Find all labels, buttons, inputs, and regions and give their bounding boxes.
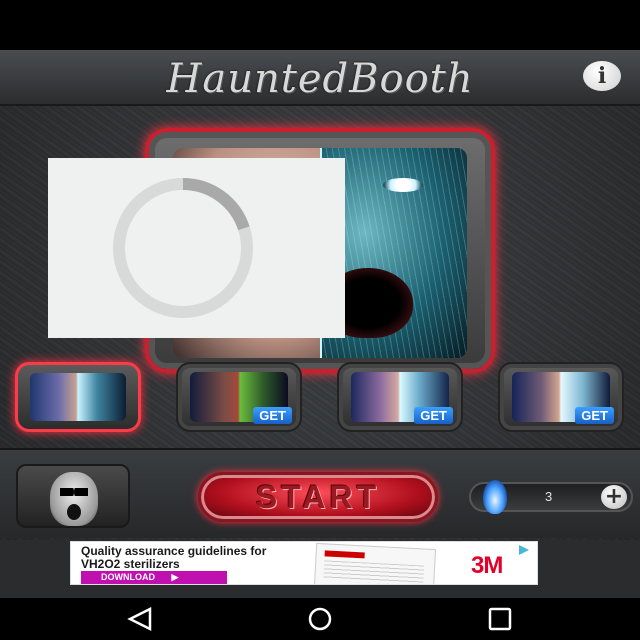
ad-logo: 3M (471, 552, 503, 579)
effect-thumbnails: GET GET GET (0, 362, 640, 442)
effect-thumb-1[interactable] (15, 362, 141, 432)
ad-document-image (313, 542, 437, 584)
ghost-face-icon (50, 472, 98, 526)
app-title: HauntedBooth (166, 56, 474, 102)
status-bar (0, 0, 640, 50)
ad-banner[interactable]: Quality assurance guidelines for VH2O2 s… (70, 541, 538, 585)
info-icon[interactable]: i (583, 61, 621, 91)
right-eye (383, 178, 423, 192)
control-panel: START 3 + (0, 448, 640, 538)
effect-thumb-4[interactable]: GET (498, 362, 624, 432)
home-circle-icon[interactable] (300, 606, 340, 632)
loading-overlay (48, 158, 345, 338)
header-bar: HauntedBooth i (0, 50, 640, 106)
loading-spinner-icon (113, 178, 253, 318)
ad-download-button[interactable]: DOWNLOAD ▶ (81, 571, 227, 584)
get-badge[interactable]: GET (414, 407, 453, 424)
effect-thumb-3[interactable]: GET (337, 362, 463, 432)
credit-count: 3 (545, 489, 553, 504)
get-badge[interactable]: GET (253, 407, 292, 424)
ad-choices-icon[interactable] (517, 544, 531, 556)
back-triangle-icon[interactable] (120, 606, 160, 632)
navigation-bar (0, 598, 640, 640)
ad-bar: Quality assurance guidelines for VH2O2 s… (0, 540, 640, 598)
ad-cta-label: DOWNLOAD (101, 572, 155, 582)
ad-headline: Quality assurance guidelines for VH2O2 s… (81, 544, 267, 571)
get-badge[interactable]: GET (575, 407, 614, 424)
effect-thumb-image (30, 373, 126, 421)
blue-flame-icon (483, 480, 507, 514)
source-photo-thumbnail[interactable] (16, 464, 130, 528)
play-arrow-icon: ▶ (171, 572, 179, 582)
start-button[interactable]: START (198, 472, 438, 522)
add-credits-button[interactable]: + (601, 485, 627, 509)
effect-thumb-2[interactable]: GET (176, 362, 302, 432)
recents-square-icon[interactable] (480, 606, 520, 632)
credits-counter: 3 + (469, 480, 633, 514)
